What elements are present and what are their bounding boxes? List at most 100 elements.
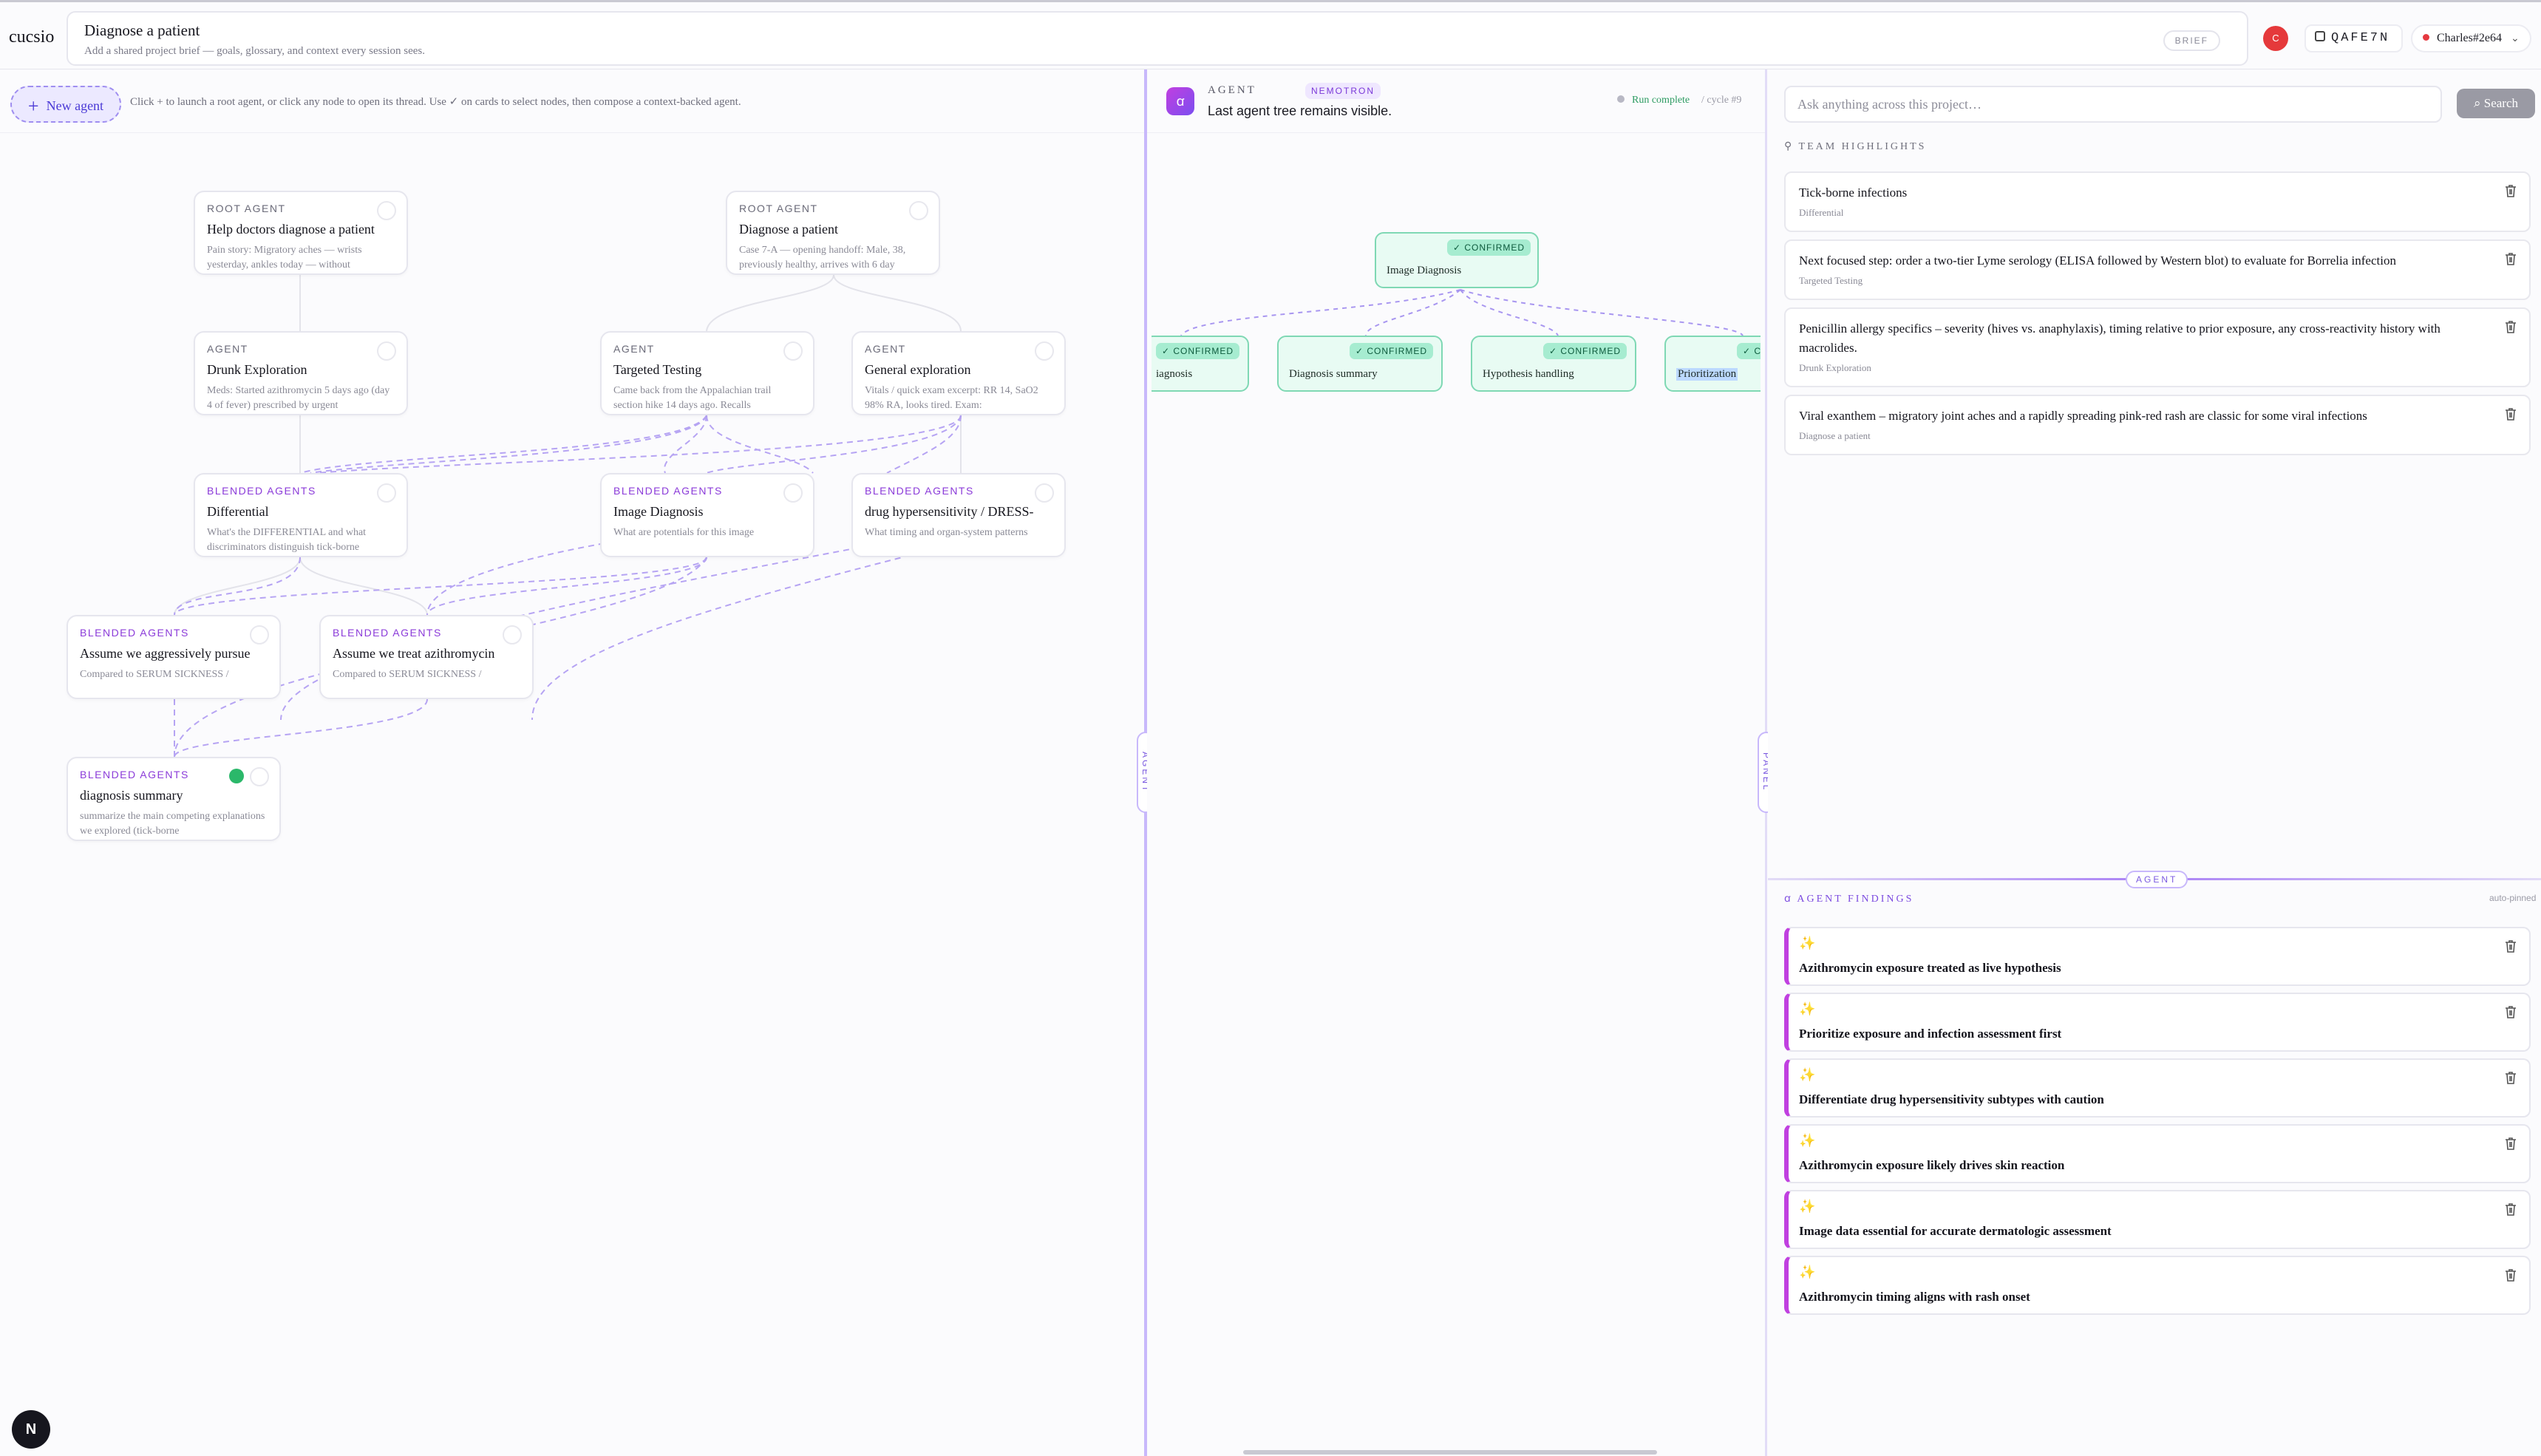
tree-node[interactable]: ✓ CONFIRMED iagnosis	[1152, 336, 1249, 392]
tree-node[interactable]: ✓ CONFIRMED Diagnosis summary	[1277, 336, 1443, 392]
highlight-source: Drunk Exploration	[1799, 362, 1871, 373]
select-checkbox[interactable]	[909, 201, 928, 220]
node-desc: Vitals / quick exam excerpt: RR 14, SaO2…	[865, 385, 1038, 411]
highlight-source: Diagnose a patient	[1799, 430, 1871, 441]
agent-node[interactable]: AGENT Targeted Testing Came back from th…	[600, 331, 814, 415]
search-button-label: Search	[2483, 96, 2519, 110]
select-checkbox[interactable]	[250, 625, 269, 644]
node-kind: ROOT AGENT	[739, 203, 818, 214]
trash-icon[interactable]	[2504, 406, 2517, 421]
select-checkbox[interactable]	[377, 483, 396, 503]
finding-card[interactable]: ✨ Azithromycin exposure likely drives sk…	[1784, 1124, 2531, 1183]
tree-node-label: Diagnosis summary	[1289, 368, 1378, 380]
agent-node[interactable]: ROOT AGENT Help doctors diagnose a patie…	[194, 191, 408, 275]
select-checkbox[interactable]	[503, 625, 522, 644]
brief-tag[interactable]: BRIEF	[2163, 30, 2220, 51]
trash-icon[interactable]	[2504, 319, 2517, 334]
node-title: Assume we treat azithromycin	[333, 646, 495, 661]
copy-icon	[2315, 31, 2325, 41]
tree-node-root[interactable]: ✓ CONFIRMED Image Diagnosis	[1375, 232, 1539, 288]
highlight-card[interactable]: Viral exanthem – migratory joint aches a…	[1784, 395, 2531, 455]
search-button[interactable]: ⌕ Search	[2457, 89, 2535, 118]
horizontal-scrollbar[interactable]	[1243, 1450, 1657, 1455]
trash-icon[interactable]	[2504, 1202, 2517, 1217]
finding-card[interactable]: ✨ Prioritize exposure and infection asse…	[1784, 993, 2531, 1052]
node-kind: AGENT	[207, 343, 248, 355]
auto-pinned-label: auto-pinned	[2489, 893, 2537, 903]
trash-icon[interactable]	[2504, 183, 2517, 198]
dev-tools-button[interactable]: N	[12, 1410, 50, 1449]
agent-findings-label: AGENT FINDINGS	[1797, 894, 1914, 905]
select-checkbox[interactable]	[1035, 341, 1054, 361]
finding-card[interactable]: ✨ Azithromycin timing aligns with rash o…	[1784, 1256, 2531, 1315]
tree-node[interactable]: ✓ C Prioritization	[1664, 336, 1761, 392]
node-title: Help doctors diagnose a patient	[207, 222, 375, 237]
confirmed-badge: ✓ C	[1737, 343, 1761, 359]
finding-card[interactable]: ✨ Differentiate drug hypersensitivity su…	[1784, 1058, 2531, 1117]
node-title: diagnosis summary	[80, 788, 183, 803]
agent-logo-icon: ꭤ	[1166, 87, 1194, 115]
agent-node[interactable]: ROOT AGENT Diagnose a patient Case 7-A —…	[726, 191, 940, 275]
node-desc: Came back from the Appalachian trail sec…	[613, 385, 772, 411]
team-highlights-label: TEAM HIGHLIGHTS	[1798, 141, 1927, 152]
agent-pane: ꭤ AGENT NEMOTRON Last agent tree remains…	[1147, 69, 1765, 1456]
select-checkbox[interactable]	[377, 201, 396, 220]
session-code-button[interactable]: QAFE7N	[2304, 24, 2404, 52]
node-kind: AGENT	[865, 343, 906, 355]
node-title: Assume we aggressively pursue	[80, 646, 251, 661]
node-desc: What timing and organ-system patterns	[865, 527, 1028, 538]
status-dot-icon	[1617, 95, 1625, 103]
finding-card[interactable]: ✨ Azithromycin exposure treated as live …	[1784, 927, 2531, 986]
confirmed-badge: ✓ CONFIRMED	[1447, 239, 1531, 256]
agent-separator-tag: AGENT	[2126, 871, 2188, 888]
select-checkbox[interactable]	[1035, 483, 1054, 503]
presence-dot-icon	[2423, 34, 2429, 41]
blended-agent-node[interactable]: BLENDED AGENTS Assume we treat azithromy…	[319, 615, 534, 699]
highlight-card[interactable]: Penicillin allergy specifics – severity …	[1784, 307, 2531, 387]
sparkle-icon: ✨	[1799, 936, 1816, 950]
finding-text: Azithromycin exposure treated as live hy…	[1799, 961, 2061, 975]
highlight-card[interactable]: Next focused step: order a two-tier Lyme…	[1784, 239, 2531, 300]
trash-icon[interactable]	[2504, 939, 2517, 953]
finding-card[interactable]: ✨ Image data essential for accurate derm…	[1784, 1190, 2531, 1249]
sparkle-icon: ✨	[1799, 1133, 1816, 1148]
node-title: Differential	[207, 504, 269, 519]
select-checkbox[interactable]	[250, 767, 269, 786]
blended-agent-node[interactable]: BLENDED AGENTS drug hypersensitivity / D…	[851, 473, 1066, 557]
trash-icon[interactable]	[2504, 1268, 2517, 1282]
select-checkbox[interactable]	[783, 483, 803, 503]
agent-tree[interactable]: ✓ CONFIRMED Image Diagnosis ✓ CONFIRMED …	[1152, 158, 1761, 454]
finding-text: Image data essential for accurate dermat…	[1799, 1224, 2112, 1238]
finding-text: Azithromycin exposure likely drives skin…	[1799, 1158, 2065, 1172]
agent-canvas[interactable]: + New agent Click + to launch a root agen…	[0, 69, 1144, 1456]
app-logo[interactable]: cucsio	[9, 27, 54, 47]
select-checkbox[interactable]	[783, 341, 803, 361]
project-brief[interactable]: Diagnose a patient Add a shared project …	[67, 11, 2248, 66]
confirmed-badge: ✓ CONFIRMED	[1156, 343, 1240, 359]
run-status-label: Run complete	[1632, 95, 1690, 106]
session-code: QAFE7N	[2331, 31, 2390, 45]
node-title: Drunk Exploration	[207, 362, 307, 377]
node-desc: Case 7-A — opening handoff: Male, 38, pr…	[739, 245, 906, 271]
blended-agent-node[interactable]: BLENDED AGENTS Image Diagnosis What are …	[600, 473, 814, 557]
blended-agent-node[interactable]: BLENDED AGENTS diagnosis summary summari…	[67, 757, 281, 841]
select-checkbox[interactable]	[377, 341, 396, 361]
node-desc: Pain story: Migratory aches — wrists yes…	[207, 245, 362, 271]
tree-node-label: Hypothesis handling	[1483, 368, 1574, 380]
search-input[interactable]	[1784, 86, 2442, 123]
trash-icon[interactable]	[2504, 251, 2517, 266]
blended-agent-node[interactable]: BLENDED AGENTS Differential What's the D…	[194, 473, 408, 557]
node-desc: Compared to SERUM SICKNESS /	[80, 669, 229, 680]
trash-icon[interactable]	[2504, 1136, 2517, 1151]
brief-subtitle: Add a shared project brief — goals, glos…	[84, 45, 425, 57]
blended-agent-node[interactable]: BLENDED AGENTS Assume we aggressively pu…	[67, 615, 281, 699]
user-menu[interactable]: Charles#2e64 ⌄	[2411, 24, 2531, 52]
trash-icon[interactable]	[2504, 1070, 2517, 1085]
highlight-card[interactable]: Tick-borne infections Differential	[1784, 171, 2531, 232]
agent-node[interactable]: AGENT General exploration Vitals / quick…	[851, 331, 1066, 415]
highlight-text: Tick-borne infections	[1799, 186, 1908, 200]
avatar[interactable]: C	[2263, 26, 2288, 51]
trash-icon[interactable]	[2504, 1004, 2517, 1019]
agent-node[interactable]: AGENT Drunk Exploration Meds: Started az…	[194, 331, 408, 415]
tree-node[interactable]: ✓ CONFIRMED Hypothesis handling	[1471, 336, 1636, 392]
